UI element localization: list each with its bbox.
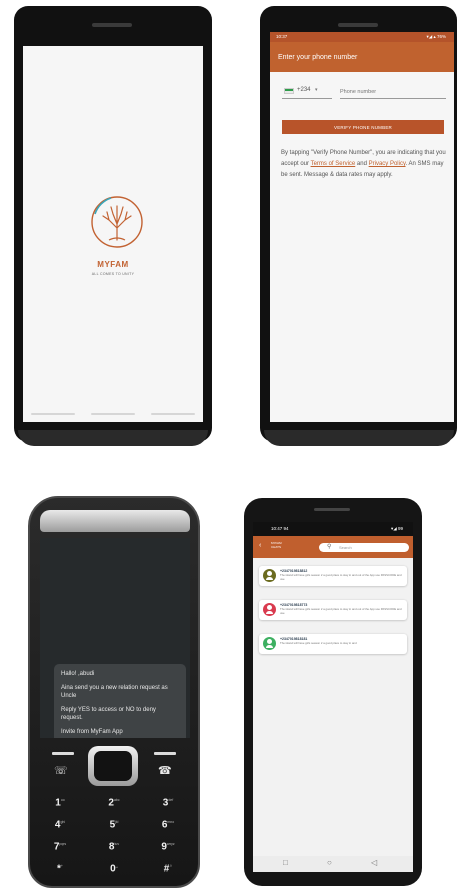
phone-number-input[interactable] bbox=[340, 86, 446, 99]
status-time: 10:37 bbox=[276, 34, 288, 39]
keypad-key[interactable]: 6mno bbox=[146, 814, 190, 831]
keypad-key[interactable]: 1oo bbox=[38, 792, 82, 809]
page-title: Enter your phone number bbox=[278, 54, 358, 61]
chevron-down-icon[interactable]: ▾ bbox=[315, 87, 318, 93]
chat-list-item[interactable]: +2347019818812 The island will have girls… bbox=[259, 566, 407, 586]
chats-app-bar: ‹ MYFAM CHATS ⚲ Search bbox=[253, 536, 413, 558]
left-soft-key[interactable] bbox=[52, 752, 74, 755]
numeric-keypad: 1oo 2abc 3def 4ghi 5jkl 6mno 7pqrs 8tuv 9wxyz *+ 0… bbox=[38, 792, 190, 882]
terms-text: By tapping "Verify Phone Number", you ar… bbox=[281, 148, 447, 181]
key-letters: mno bbox=[167, 820, 175, 824]
country-code-underline bbox=[282, 98, 332, 99]
splash-screen: MYFAM ALL COMES TO UNITY bbox=[23, 46, 203, 422]
key-letters: def bbox=[168, 798, 174, 802]
status-bar: 10:47 94 ▾◢ 99 bbox=[253, 522, 413, 536]
home-icon[interactable]: ○ bbox=[327, 858, 332, 867]
sms-body: Aina send you a new relation request as … bbox=[61, 685, 168, 699]
status-bar: 10:37 ▾◢ ▴ 76% bbox=[270, 32, 454, 42]
app-bar: Enter your phone number bbox=[270, 42, 454, 72]
dpad-center-key[interactable] bbox=[94, 751, 132, 781]
verify-phone-button[interactable]: VERIFY PHONE NUMBER bbox=[282, 120, 444, 134]
search-input[interactable]: ⚲ Search bbox=[319, 543, 409, 552]
phone-base bbox=[18, 430, 208, 446]
phone-earpiece-panel bbox=[40, 510, 190, 532]
sms-reply-instructions: Reply YES to access or NO to deny reques… bbox=[61, 707, 156, 721]
terms-of-service-link[interactable]: Terms of Service bbox=[311, 161, 356, 167]
chat-list-item[interactable]: +2347019818773 The island will have girls… bbox=[259, 600, 407, 620]
family-tree-icon bbox=[91, 196, 143, 248]
key-letters: jkl bbox=[115, 820, 119, 824]
app-bar-title: MYFAM CHATS bbox=[271, 541, 282, 549]
feature-phone-frame: Hallo! ,abudi Aina send you a new relati… bbox=[28, 496, 200, 888]
key-letters: wxyz bbox=[166, 842, 175, 846]
key-letters: tuv bbox=[114, 842, 120, 846]
keypad-area: ☏ ☎ 1oo 2abc 3def 4ghi 5jkl 6mno 7pqrs 8tuv 9wxy… bbox=[30, 742, 198, 890]
key-letters: ghi bbox=[60, 820, 66, 824]
key-letters: oo bbox=[60, 798, 65, 802]
chat-preview: The island will have girls season 2 a go… bbox=[280, 573, 402, 581]
verification-screen: 10:37 ▾◢ ▴ 76% Enter your phone number +… bbox=[270, 32, 454, 422]
android-nav-bar: □ ○ ◁ bbox=[253, 856, 413, 872]
brand-tagline: ALL COMES TO UNITY bbox=[91, 272, 135, 276]
chat-preview: The island will have girls season 2 a go… bbox=[280, 607, 402, 615]
terms-mid: and bbox=[355, 161, 369, 167]
country-code[interactable]: +234 bbox=[297, 87, 311, 93]
status-icons: ▾◢ ▴ 76% bbox=[426, 34, 447, 39]
chat-preview: The island will have girls season 2 a go… bbox=[280, 641, 357, 645]
avatar-icon bbox=[263, 637, 276, 650]
splash-phone-frame: MYFAM ALL COMES TO UNITY bbox=[14, 6, 212, 446]
phone-speaker bbox=[338, 23, 378, 27]
sms-greeting: Hallo! ,abudi bbox=[61, 671, 95, 677]
search-icon: ⚲ bbox=[327, 544, 332, 550]
keypad-key[interactable]: *+ bbox=[38, 858, 82, 875]
end-call-icon[interactable]: ☎ bbox=[158, 764, 172, 777]
phone-speaker bbox=[314, 508, 350, 511]
keypad-key[interactable]: 7pqrs bbox=[38, 836, 82, 853]
back-arrow-icon[interactable]: ‹ bbox=[259, 542, 261, 549]
feature-phone-screen: Hallo! ,abudi Aina send you a new relati… bbox=[40, 538, 190, 738]
chats-phone-frame: 10:47 94 ▾◢ 99 ‹ MYFAM CHATS ⚲ Search +2… bbox=[244, 498, 422, 886]
brand-name: MYFAM bbox=[97, 260, 129, 269]
key-letters: ␣ bbox=[115, 864, 118, 868]
chat-list-item[interactable]: +2347019818181 The island will have girls… bbox=[259, 634, 407, 654]
keypad-key[interactable]: 3def bbox=[146, 792, 190, 809]
avatar-icon bbox=[263, 603, 276, 616]
back-icon[interactable]: ◁ bbox=[371, 858, 377, 867]
right-soft-key[interactable] bbox=[154, 752, 176, 755]
key-letters: abc bbox=[113, 798, 120, 802]
recents-icon[interactable]: □ bbox=[283, 858, 288, 867]
call-icon[interactable]: ☏ bbox=[54, 764, 68, 777]
sms-message: Hallo! ,abudi Aina send you a new relati… bbox=[54, 664, 186, 738]
app-bar-title-line2: CHATS bbox=[271, 545, 281, 549]
status-icons: ▾◢ 99 bbox=[391, 526, 403, 531]
phone-base bbox=[264, 430, 454, 446]
verification-phone-frame: 10:37 ▾◢ ▴ 76% Enter your phone number +… bbox=[260, 6, 457, 446]
key-letters: ⇧ bbox=[169, 864, 173, 868]
keypad-key[interactable]: 8tuv bbox=[92, 836, 136, 853]
keypad-key[interactable]: 2abc bbox=[92, 792, 136, 809]
keypad-key[interactable]: #⇧ bbox=[146, 858, 190, 875]
sms-footer: Invite from MyFam App bbox=[61, 729, 123, 735]
avatar-icon bbox=[263, 569, 276, 582]
gesture-bar bbox=[31, 413, 195, 416]
search-placeholder: Search bbox=[339, 545, 352, 550]
keypad-key[interactable]: 0␣ bbox=[92, 858, 136, 875]
keypad-key[interactable]: 4ghi bbox=[38, 814, 82, 831]
nigeria-flag-icon[interactable] bbox=[284, 88, 294, 94]
key-letters: pqrs bbox=[59, 842, 67, 846]
navigation-dpad[interactable] bbox=[88, 746, 138, 786]
keypad-key[interactable]: 9wxyz bbox=[146, 836, 190, 853]
status-time: 10:47 94 bbox=[271, 526, 289, 531]
key-letters: + bbox=[60, 864, 63, 868]
keypad-key[interactable]: 5jkl bbox=[92, 814, 136, 831]
chats-screen: 10:47 94 ▾◢ 99 ‹ MYFAM CHATS ⚲ Search +2… bbox=[253, 522, 413, 872]
privacy-policy-link[interactable]: Privacy Policy bbox=[369, 161, 406, 167]
phone-speaker bbox=[92, 23, 132, 27]
